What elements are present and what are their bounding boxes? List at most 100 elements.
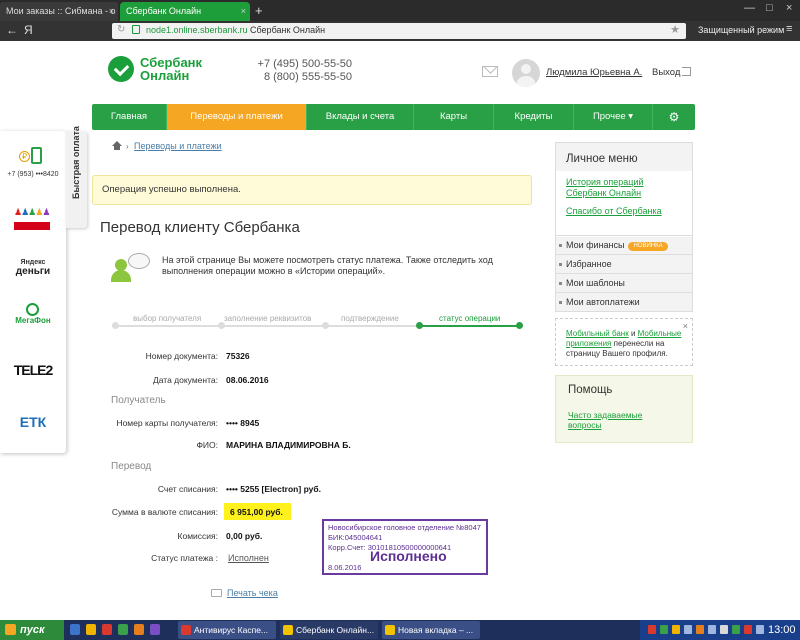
status-link[interactable]: Исполнен — [228, 553, 269, 563]
home-icon[interactable] — [112, 141, 122, 150]
minimize-icon[interactable]: — — [744, 2, 755, 14]
tab-close-icon[interactable]: × — [109, 2, 114, 20]
bookmark-star-icon[interactable]: ★ — [670, 23, 680, 36]
tab-close-icon[interactable]: × — [241, 2, 246, 20]
account-label: Счет списания: — [157, 484, 218, 494]
notice-and: и — [628, 329, 638, 338]
tray-icon[interactable] — [660, 625, 668, 634]
firefox-icon[interactable] — [134, 624, 144, 635]
reload-icon[interactable]: ↻ — [117, 24, 125, 35]
tray-icon[interactable] — [684, 625, 692, 634]
megafon-logo[interactable]: МегаФон — [6, 316, 60, 325]
operations-history-link[interactable]: История операций Сбербанк Онлайн — [566, 177, 676, 199]
quick-pay-tab[interactable]: Быстрая оплата — [66, 126, 87, 228]
volume-icon[interactable] — [720, 625, 728, 634]
tab-sberbank-online[interactable]: Сбербанк Онлайн × — [120, 2, 250, 21]
explorer-icon[interactable] — [86, 624, 96, 635]
address-bar: ← Я ↻ node1.online.sberbank.ru Сбербанк … — [0, 21, 800, 41]
clock[interactable]: 13:00 — [768, 621, 796, 639]
nav-transfers-payments[interactable]: Переводы и платежи — [167, 104, 307, 130]
help-box: Помощь Часто задаваемые вопросы — [555, 375, 693, 443]
quick-pay-phone-number[interactable]: +7 (953) •••8420 — [0, 171, 66, 178]
quick-pay-tab-label: Быстрая оплата — [71, 126, 81, 199]
step-fill-details: заполнение реквизитов — [224, 314, 312, 323]
tray-icon[interactable] — [648, 625, 656, 634]
nav-main[interactable]: Главная — [92, 104, 167, 130]
secure-mode-label[interactable]: Защищенный режим — [698, 25, 784, 35]
fio-label: ФИО: — [196, 440, 218, 450]
show-desktop-icon[interactable] — [70, 624, 80, 635]
my-templates-item[interactable]: Мои шаблоны — [556, 273, 692, 292]
bullet-icon — [559, 263, 562, 266]
new-badge: НОВИНКА — [628, 242, 668, 251]
breadcrumb[interactable]: Переводы и платежи — [134, 141, 222, 151]
faq-link[interactable]: Часто задаваемые вопросы — [568, 410, 668, 430]
page-title: Перевод клиенту Сбербанка — [100, 219, 300, 236]
browser-menu-icon[interactable]: ≡ — [786, 23, 792, 35]
children-logo-icon[interactable]: ♟♟♟♟♟ — [14, 207, 50, 218]
nav-credits[interactable]: Кредиты — [494, 104, 574, 130]
nav-deposits-accounts[interactable]: Вклады и счета — [307, 104, 414, 130]
doc-number-label: Номер документа: — [145, 351, 218, 361]
tray-icon[interactable] — [672, 625, 680, 634]
podari-zhizn-logo[interactable] — [14, 222, 50, 230]
language-icon[interactable] — [756, 625, 764, 634]
notice-close-icon[interactable]: × — [683, 321, 688, 331]
breadcrumb-arrow-icon: › — [126, 142, 129, 151]
kaspersky-icon — [181, 625, 191, 635]
sberbank-logo-icon — [108, 56, 134, 82]
step-dot-active — [516, 322, 523, 329]
fio-value: МАРИНА ВЛАДИМИРОВНА Б. — [226, 440, 351, 450]
media-icon[interactable] — [150, 624, 160, 635]
avatar[interactable] — [512, 59, 540, 87]
mobile-payment-icon[interactable]: ₽ — [19, 147, 45, 167]
logout-icon[interactable] — [682, 67, 691, 76]
my-finances-item[interactable]: Мои финансы НОВИНКА — [556, 235, 692, 254]
user-name-link[interactable]: Людмила Юрьевна А. — [546, 67, 642, 78]
my-templates-label: Мои шаблоны — [566, 278, 625, 288]
logout-link[interactable]: Выход — [652, 67, 680, 78]
favorites-item[interactable]: Избранное — [556, 254, 692, 273]
bullet-icon — [559, 282, 562, 285]
mobile-bank-link[interactable]: Мобильный банк — [566, 329, 629, 338]
yandex-money-logo[interactable]: Яндекс деньги — [6, 259, 60, 277]
back-arrow-icon[interactable]: ← — [6, 23, 18, 37]
tab-my-orders[interactable]: Мои заказы :: Сибмана - о × — [0, 2, 118, 21]
transfer-section-heading: Перевод — [111, 461, 152, 472]
window-close-icon[interactable]: × — [786, 2, 792, 14]
task-sberbank-label: Сбербанк Онлайн... — [296, 625, 375, 635]
nav-cards[interactable]: Карты — [414, 104, 494, 130]
app-icon[interactable] — [118, 624, 128, 635]
spasibo-link[interactable]: Спасибо от Сбербанка — [566, 206, 686, 217]
printer-icon[interactable] — [211, 589, 222, 597]
info-text: На этой странице Вы можете посмотреть ст… — [162, 255, 493, 276]
etk-logo[interactable]: ЕТК — [6, 414, 60, 430]
step-dot — [218, 322, 225, 329]
stamp-line1: Новосибирское головное отделение №8047 — [328, 523, 481, 532]
yandex-icon[interactable]: Я — [24, 23, 33, 37]
task-new-tab[interactable]: Новая вкладка – ... — [382, 621, 480, 639]
doc-number-value: 75326 — [226, 351, 250, 361]
step-dot — [112, 322, 119, 329]
lock-icon — [132, 25, 140, 34]
start-button[interactable]: пуск — [0, 620, 64, 640]
tray-icon[interactable] — [696, 625, 704, 634]
mail-icon[interactable] — [482, 66, 498, 77]
network-icon[interactable] — [708, 625, 716, 634]
settings-gear-icon[interactable]: ⚙ — [653, 104, 695, 130]
tray-icon[interactable] — [744, 625, 752, 634]
phone-icon — [31, 147, 42, 164]
task-kaspersky[interactable]: Антивирус Каспе... — [178, 621, 276, 639]
opera-icon[interactable] — [102, 624, 112, 635]
maximize-icon[interactable]: □ — [766, 2, 773, 14]
tele2-logo[interactable]: TELE2 — [6, 362, 60, 378]
my-autopayments-item[interactable]: Мои автоплатежи — [556, 292, 692, 311]
task-sberbank[interactable]: Сбербанк Онлайн... — [280, 621, 378, 639]
yandex-money-top: Яндекс — [20, 259, 46, 266]
nav-other[interactable]: Прочее ▾ — [574, 104, 653, 130]
print-receipt-link[interactable]: Печать чека — [227, 588, 278, 598]
url-field[interactable]: ↻ node1.online.sberbank.ru Сбербанк Онла… — [112, 23, 686, 39]
contact-phones: +7 (495) 500-55-50 8 (800) 555-55-50 — [250, 58, 352, 84]
tray-icon[interactable] — [732, 625, 740, 634]
new-tab-icon[interactable]: + — [255, 2, 263, 19]
